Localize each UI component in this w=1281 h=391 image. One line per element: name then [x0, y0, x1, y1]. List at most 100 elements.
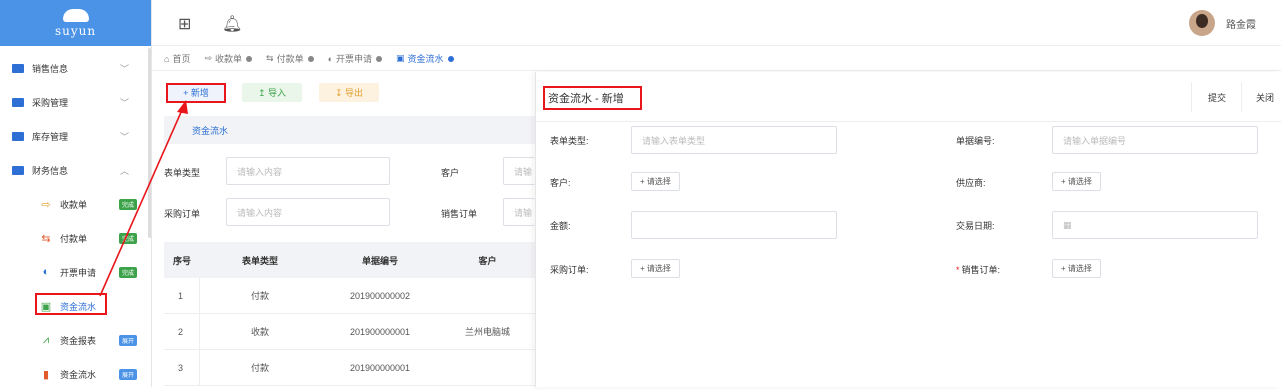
flow-icon: ▣ — [396, 53, 405, 63]
table-row[interactable]: 3 付款 201900000001 — [164, 350, 535, 386]
bell-icon[interactable]: 🔔︎ — [222, 14, 242, 34]
amount-label: 金额: — [550, 221, 571, 231]
tab-payment[interactable]: ⇆ 付款单 — [266, 52, 314, 65]
status-badge: 展开 — [118, 334, 137, 346]
sidebar-menu-purchase[interactable]: 采购管理 ﹀ — [0, 85, 151, 119]
sidebar-item-fund-flow-2[interactable]: ▮ 资金流水 展开 — [0, 357, 151, 391]
sidebar-item-invoice[interactable]: ◐ 开票申请 完成 — [0, 255, 151, 289]
table-row[interactable]: 2 收款 201900000001 兰州电脑城 — [164, 314, 535, 350]
section-title: 资金流水 — [164, 116, 535, 144]
annotation-box-add — [166, 83, 226, 103]
sidebar-item-label: 资金报表 — [60, 335, 97, 346]
invoice-icon: ◐ — [327, 53, 334, 64]
supplier-picker-button[interactable]: + 请选择 — [1052, 172, 1101, 191]
receipt-icon: ⇨ — [204, 53, 212, 63]
annotation-box-title — [543, 86, 642, 110]
tab-close-icon[interactable] — [246, 55, 253, 62]
tab-home[interactable]: ⌂ 首页 — [164, 52, 190, 65]
annotation-box-sidebar — [35, 293, 107, 315]
tab-bar: ⌂ 首页 ⇨ 收款单 ⇆ 付款单 ◐ 开票申请 ▣ 资金流水 — [152, 47, 1281, 71]
filter-so-input[interactable]: 请输 — [503, 198, 535, 226]
dialog-header: 资金流水 - 新增 提交 关闭 — [536, 72, 1281, 122]
so-label: 销售订单: — [961, 265, 1001, 275]
status-badge: 完成 — [118, 266, 137, 278]
divider — [1191, 82, 1192, 112]
table-cell: 201900000001 — [349, 326, 411, 337]
chevron-down-icon: ﹀ — [119, 131, 129, 142]
so-picker-button[interactable]: + 请选择 — [1052, 259, 1101, 278]
apps-grid-icon[interactable]: ⊞ — [178, 14, 191, 34]
sidebar-item-label: 资金流水 — [60, 369, 97, 380]
filter-type-label: 表单类型 — [164, 168, 201, 178]
table-cell: 3 — [164, 350, 200, 385]
home-icon: ⌂ — [164, 53, 170, 64]
tab-receipt[interactable]: ⇨ 收款单 — [204, 52, 253, 65]
table-cell: 收款 — [250, 327, 269, 337]
filter-customer-label: 客户 — [441, 168, 460, 178]
filter-po-input[interactable]: 请输入内容 — [226, 198, 390, 226]
logo-text: suyun — [54, 23, 97, 38]
close-button[interactable]: 关闭 — [1256, 91, 1274, 104]
import-button[interactable]: ↥ 导入 — [242, 83, 302, 102]
table-cell: 201900000001 — [349, 362, 411, 373]
table-cell: 付款 — [250, 291, 269, 301]
chart-bar-icon: ▮ — [42, 368, 50, 381]
add-dialog: 资金流水 - 新增 提交 关闭 表单类型: 请输入表单类型 单据编号: 请输入单… — [535, 72, 1281, 387]
cloud-logo-icon — [62, 8, 89, 22]
status-badge: 完成 — [118, 232, 137, 244]
tab-close-icon[interactable] — [307, 55, 314, 62]
sidebar-item-receipt[interactable]: ⇨ 收款单 完成 — [0, 187, 151, 221]
form-type-input[interactable]: 请输入表单类型 — [631, 126, 837, 154]
doc-no-label: 单据编号: — [956, 136, 995, 146]
topbar: ⊞ 🔔︎ 路金霞 — [152, 0, 1281, 46]
table-row[interactable]: 1 付款 201900000002 — [164, 278, 535, 314]
list-panel: + 新增 ↥ 导入 ↧ 导出 资金流水 表单类型 请输入内容 客户 请输 采购订… — [152, 72, 535, 387]
tab-close-icon[interactable] — [376, 55, 383, 62]
tab-label: 首页 — [172, 54, 191, 64]
required-mark: * — [956, 265, 960, 275]
username[interactable]: 路金霞 — [1226, 16, 1256, 31]
po-picker-button[interactable]: + 请选择 — [631, 259, 680, 278]
tab-label: 资金流水 — [407, 54, 444, 64]
tab-label: 付款单 — [276, 54, 304, 64]
logo[interactable]: suyun — [0, 0, 151, 46]
sidebar-item-payment[interactable]: ⇆ 付款单 完成 — [0, 221, 151, 255]
sidebar-menu-label: 销售信息 — [32, 63, 69, 74]
table-cell: 2 — [164, 314, 200, 349]
table-header: 序号 表单类型 单据编号 客户 — [164, 242, 535, 278]
avatar[interactable] — [1189, 10, 1215, 36]
export-button[interactable]: ↧ 导出 — [319, 83, 379, 102]
customer-picker-button[interactable]: + 请选择 — [631, 172, 680, 191]
form-type-label: 表单类型: — [550, 136, 589, 146]
date-picker-input[interactable]: ▦ — [1052, 211, 1258, 239]
amount-input[interactable] — [631, 211, 837, 239]
filter-type-input[interactable]: 请输入内容 — [226, 157, 390, 185]
folder-icon — [12, 97, 24, 107]
column-header: 客户 — [478, 255, 497, 266]
filter-so-label: 销售订单 — [441, 209, 478, 219]
customer-label: 客户: — [550, 178, 571, 188]
sidebar-menu-sales[interactable]: 销售信息 ﹀ — [0, 51, 151, 85]
sidebar-item-label: 开票申请 — [60, 267, 97, 278]
status-badge: 完成 — [118, 198, 137, 210]
tab-close-icon[interactable] — [447, 55, 454, 62]
calendar-icon: ▦ — [1063, 219, 1072, 230]
invoice-icon: ◐ — [42, 266, 50, 278]
sidebar-menu-label: 采购管理 — [32, 97, 69, 108]
table-cell: 付款 — [250, 363, 269, 373]
tab-fund-flow[interactable]: ▣ 资金流水 — [396, 52, 454, 65]
chevron-up-icon: ︿ — [119, 165, 129, 176]
sidebar-scrollbar[interactable] — [148, 48, 151, 238]
sidebar-menu-inventory[interactable]: 库存管理 ﹀ — [0, 119, 151, 153]
chevron-down-icon: ﹀ — [119, 97, 129, 108]
sidebar-item-fund-report[interactable]: ⩘ 资金报表 展开 — [0, 323, 151, 357]
doc-no-input[interactable]: 请输入单据编号 — [1052, 126, 1258, 154]
folder-icon — [12, 131, 24, 141]
sidebar-menu-finance[interactable]: 财务信息 ︿ — [0, 153, 151, 187]
tab-label: 收款单 — [215, 54, 243, 64]
tab-invoice[interactable]: ◐ 开票申请 — [327, 52, 383, 65]
chart-line-icon: ⩘ — [42, 333, 50, 346]
po-label: 采购订单: — [550, 265, 589, 275]
submit-button[interactable]: 提交 — [1208, 91, 1226, 104]
filter-customer-input[interactable]: 请输 — [503, 157, 535, 185]
